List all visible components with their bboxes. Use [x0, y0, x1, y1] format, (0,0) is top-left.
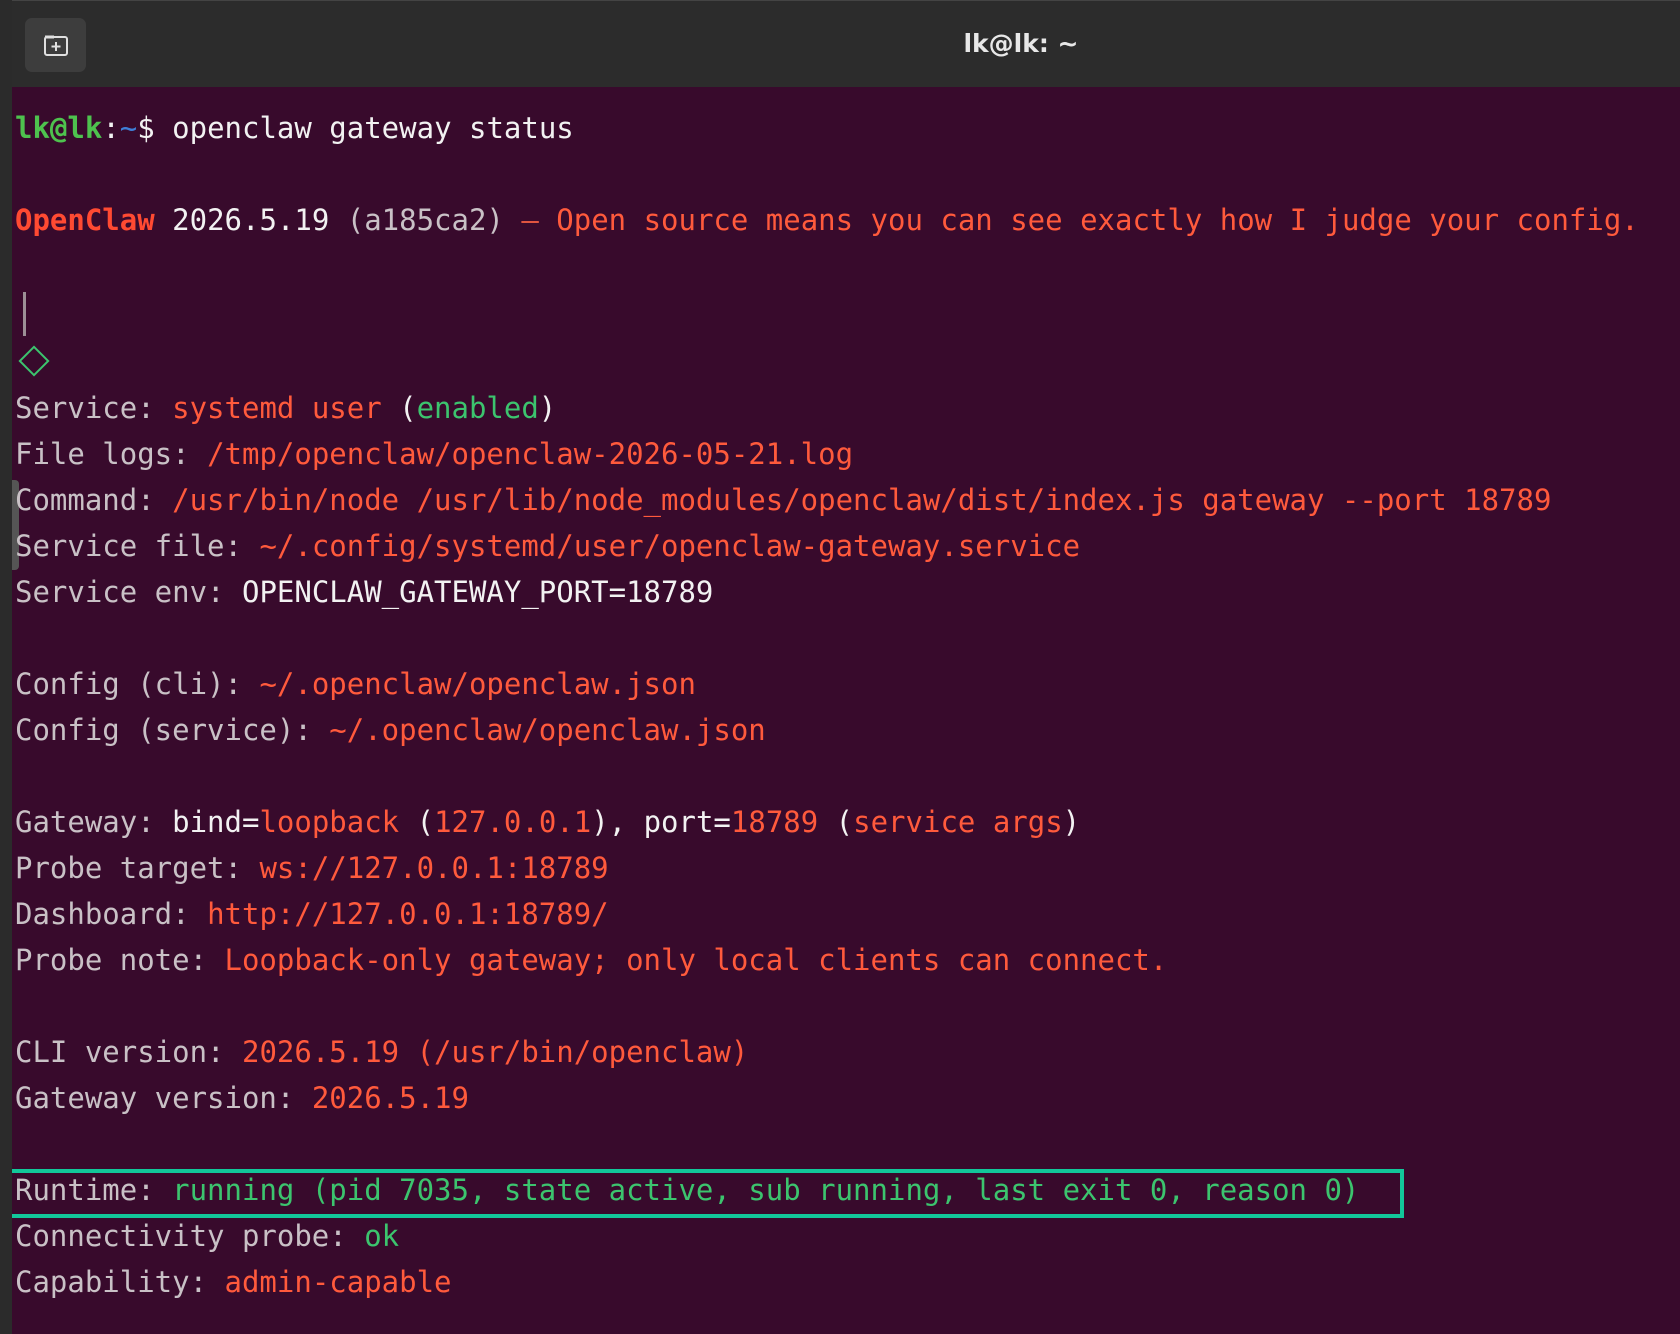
banner-tagline: Open source means you can see exactly ho…	[556, 203, 1639, 237]
gateway-args-close: )	[1062, 805, 1081, 839]
prompt-command: openclaw gateway status	[172, 111, 574, 145]
gateway-ip-close: ),	[591, 805, 644, 839]
gateway-ip: 127.0.0.1	[434, 805, 592, 839]
service-paren-open: (	[381, 391, 417, 425]
command-label: Command:	[15, 483, 173, 517]
config-service-label: Config (service):	[15, 713, 330, 747]
probe-note-line: Probe note: Loopback-only gateway; only …	[15, 937, 1167, 983]
dashboard-link[interactable]: http://127.0.0.1:18789/	[207, 897, 609, 931]
prompt-path: ~	[119, 111, 138, 145]
dashboard-label: Dashboard:	[15, 897, 208, 931]
prompt-line: lk@lk:~$ openclaw gateway status	[15, 105, 574, 151]
banner-brand: OpenClaw	[15, 203, 155, 237]
file-logs-value: /tmp/openclaw/openclaw-2026-05-21.log	[207, 437, 854, 471]
prompt-dollar: $	[137, 111, 173, 145]
gateway-bind-value: loopback	[259, 805, 400, 839]
banner-dash: —	[503, 203, 557, 237]
dashboard-line: Dashboard: http://127.0.0.1:18789/	[15, 891, 609, 937]
config-cli-label: Config (cli):	[15, 667, 260, 701]
config-cli-value: ~/.openclaw/openclaw.json	[259, 667, 696, 701]
gateway-line: Gateway: bind=loopback (127.0.0.1), port…	[15, 799, 1080, 845]
gateway-args-open: (	[818, 805, 854, 839]
service-env-value: OPENCLAW_GATEWAY_PORT=18789	[241, 575, 714, 609]
cli-version-line: CLI version: 2026.5.19 (/usr/bin/opencla…	[15, 1029, 748, 1075]
gateway-ip-open: (	[399, 805, 435, 839]
probe-target-label: Probe target:	[15, 851, 260, 885]
cli-version-label: CLI version:	[15, 1035, 242, 1069]
service-status: enabled	[416, 391, 539, 425]
tree-vertical-bar	[23, 292, 26, 336]
connectivity-label: Connectivity probe:	[15, 1219, 365, 1253]
runtime-line: Runtime: running (pid 7035, state active…	[15, 1167, 1359, 1213]
gateway-version-value: 2026.5.19	[311, 1081, 469, 1115]
title-bar: lk@lk: ~	[12, 0, 1680, 87]
runtime-label: Runtime:	[15, 1173, 173, 1207]
connectivity-line: Connectivity probe: ok	[15, 1213, 399, 1259]
service-value: systemd user	[172, 391, 382, 425]
service-env-line: Service env: OPENCLAW_GATEWAY_PORT=18789	[15, 569, 713, 615]
gateway-label: Gateway:	[15, 805, 173, 839]
cli-version-value: 2026.5.19 (/usr/bin/openclaw)	[241, 1035, 749, 1069]
service-label: Service:	[15, 391, 173, 425]
config-service-value: ~/.openclaw/openclaw.json	[329, 713, 766, 747]
gateway-version-label: Gateway version:	[15, 1081, 312, 1115]
probe-note-value: Loopback-only gateway; only local client…	[224, 943, 1168, 977]
runtime-value: running (pid 7035, state active, sub run…	[172, 1173, 1360, 1207]
prompt-user-host: lk@lk	[15, 111, 103, 145]
capability-label: Capability:	[15, 1265, 225, 1299]
gateway-version-line: Gateway version: 2026.5.19	[15, 1075, 469, 1121]
config-cli-line: Config (cli): ~/.openclaw/openclaw.json	[15, 661, 696, 707]
probe-target-value: ws://127.0.0.1:18789	[259, 851, 609, 885]
capability-line: Capability: admin-capable	[15, 1259, 452, 1305]
service-line: Service: systemd user (enabled)	[15, 385, 556, 431]
banner-version: 2026.5.19	[154, 203, 347, 237]
probe-target-line: Probe target: ws://127.0.0.1:18789	[15, 845, 609, 891]
gateway-port-key: port=	[643, 805, 731, 839]
service-paren-close: )	[538, 391, 557, 425]
banner-line: OpenClaw 2026.5.19 (a185ca2) — Open sour…	[15, 197, 1639, 243]
config-service-line: Config (service): ~/.openclaw/openclaw.j…	[15, 707, 766, 753]
service-file-line: Service file: ~/.config/systemd/user/ope…	[15, 523, 1080, 569]
gateway-port-value: 18789	[730, 805, 819, 839]
terminal-window: lk@lk: ~ lk@lk:~$ openclaw gateway statu…	[12, 0, 1680, 1334]
command-line: Command: /usr/bin/node /usr/lib/node_mod…	[15, 477, 1551, 523]
service-file-label: Service file:	[15, 529, 260, 563]
command-value: /usr/bin/node /usr/lib/node_modules/open…	[172, 483, 1552, 517]
banner-commit: (a185ca2)	[346, 203, 504, 237]
window-title: lk@lk: ~	[963, 29, 1079, 58]
diamond-icon	[18, 345, 50, 377]
probe-note-label: Probe note:	[15, 943, 225, 977]
connectivity-value: ok	[364, 1219, 400, 1253]
file-logs-line: File logs: /tmp/openclaw/openclaw-2026-0…	[15, 431, 853, 477]
capability-value: admin-capable	[224, 1265, 452, 1299]
file-logs-label: File logs:	[15, 437, 208, 471]
gateway-args: service args	[853, 805, 1063, 839]
service-file-value: ~/.config/systemd/user/openclaw-gateway.…	[259, 529, 1081, 563]
prompt-colon: :	[102, 111, 120, 145]
service-env-label: Service env:	[15, 575, 242, 609]
gateway-bind-key: bind=	[172, 805, 260, 839]
